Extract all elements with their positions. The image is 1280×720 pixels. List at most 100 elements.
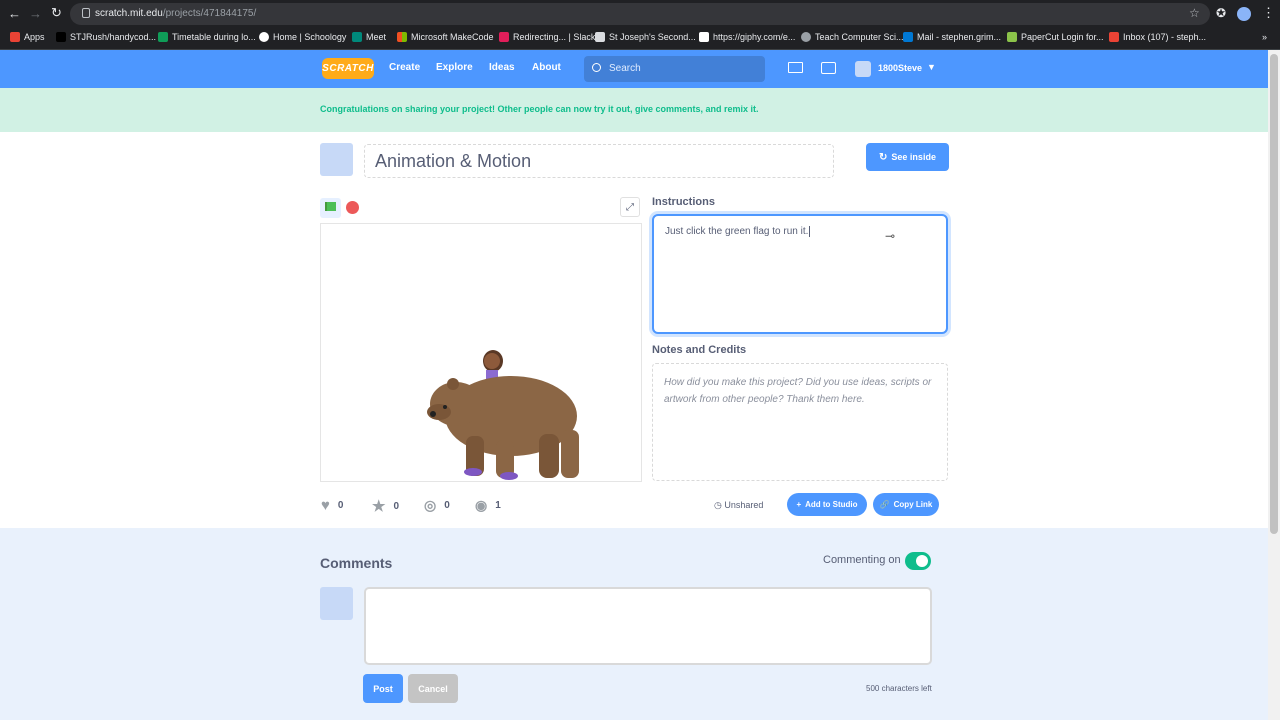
bear-and-girl-sprite: [427, 350, 579, 480]
bookmark-star-icon[interactable]: ☆: [1189, 6, 1200, 20]
bookmark-item[interactable]: Mail - stephen.grim...: [903, 32, 1001, 42]
stop-button[interactable]: [346, 201, 359, 214]
nav-explore[interactable]: Explore: [436, 62, 473, 73]
star-icon: ★: [372, 498, 386, 515]
bookmark-apps[interactable]: Apps: [10, 32, 45, 42]
bookmark-label: Redirecting... | Slack: [513, 32, 596, 42]
scrollbar-thumb[interactable]: [1270, 54, 1278, 534]
remix-icon: ◎: [424, 497, 437, 513]
school-crest-icon: [595, 32, 605, 42]
bookmark-item[interactable]: Teach Computer Sci...: [801, 32, 904, 42]
page-scrollbar[interactable]: [1268, 50, 1280, 720]
project-owner-avatar[interactable]: [320, 143, 353, 176]
papercut-icon: [1007, 32, 1017, 42]
bookmark-item[interactable]: St Joseph's Second...: [595, 32, 696, 42]
banner-text: Congratulations on sharing your project!…: [320, 104, 759, 114]
bookmark-label: https://giphy.com/e...: [713, 32, 796, 42]
more-bookmarks-icon[interactable]: »: [1262, 32, 1267, 42]
messages-icon[interactable]: [788, 62, 803, 73]
username-label[interactable]: 1800Steve: [878, 63, 922, 73]
bookmark-label: Teach Computer Sci...: [815, 32, 904, 42]
nav-ideas[interactable]: Ideas: [489, 62, 515, 73]
bookmark-label: Timetable during lo...: [172, 32, 256, 42]
green-flag-icon: [325, 202, 336, 211]
eye-icon: ◉: [475, 497, 488, 513]
bookmark-item[interactable]: Microsoft MakeCode: [397, 32, 494, 42]
instructions-textarea[interactable]: Just click the green flag to run it.: [652, 214, 948, 334]
notes-label: Notes and Credits: [652, 344, 747, 356]
link-icon: 🔗: [879, 500, 890, 509]
extensions-icon[interactable]: ✪: [1216, 6, 1226, 20]
chevron-down-icon[interactable]: ▼: [927, 62, 936, 72]
see-inside-label: See inside: [891, 152, 936, 162]
green-flag-button[interactable]: [320, 198, 341, 218]
add-to-studio-label: Add to Studio: [805, 500, 858, 509]
notes-textarea[interactable]: How did you make this project? Did you u…: [652, 363, 948, 481]
search-input[interactable]: Search: [609, 63, 641, 74]
commenting-on-label: Commenting on: [823, 554, 901, 566]
schoology-icon: [259, 32, 269, 42]
scratch-logo[interactable]: SCRATCH: [322, 58, 374, 79]
microsoft-icon: [397, 32, 407, 42]
bookmark-label: Meet: [366, 32, 387, 42]
user-avatar[interactable]: [855, 61, 871, 77]
remix-arrows-icon: ↻: [879, 151, 888, 163]
slack-icon: [499, 32, 509, 42]
profile-avatar[interactable]: [1237, 7, 1251, 21]
browser-menu-icon[interactable]: ⋮: [1262, 5, 1275, 21]
bookmark-item[interactable]: Inbox (107) - steph...: [1109, 32, 1206, 42]
bookmark-label: Microsoft MakeCode: [411, 32, 494, 42]
bookmark-item[interactable]: Timetable during lo...: [158, 32, 256, 42]
copy-link-label: Copy Link: [893, 500, 933, 509]
search-bar[interactable]: Search: [584, 56, 765, 82]
my-stuff-folder-icon[interactable]: [821, 62, 836, 74]
bookmark-label: Apps: [24, 32, 45, 42]
remix-count: 0: [444, 500, 450, 511]
url-path: /projects/471844175/: [162, 8, 257, 19]
cancel-button[interactable]: Cancel: [408, 674, 458, 703]
views-stat: ◉ 1: [475, 497, 501, 514]
commenting-toggle[interactable]: [905, 552, 931, 570]
search-icon: [592, 63, 601, 72]
github-icon: [56, 32, 66, 42]
post-button[interactable]: Post: [363, 674, 403, 703]
comments-title: Comments: [320, 555, 393, 571]
favorite-stat[interactable]: ★ 0: [372, 497, 399, 515]
forward-arrow-icon[interactable]: →: [29, 6, 42, 21]
bookmark-label: St Joseph's Second...: [609, 32, 696, 42]
url-text: scratch.mit.edu/projects/471844175/: [95, 8, 256, 19]
copy-link-button[interactable]: 🔗 Copy Link: [873, 493, 939, 516]
share-success-banner: Congratulations on sharing your project!…: [0, 88, 1268, 132]
bookmark-item[interactable]: Redirecting... | Slack: [499, 32, 595, 42]
view-count: 1: [495, 500, 501, 511]
back-arrow-icon[interactable]: ←: [8, 6, 21, 21]
love-stat[interactable]: ♥ 0: [321, 497, 343, 514]
comment-textarea[interactable]: [364, 587, 932, 665]
bookmark-item[interactable]: Home | Schoology: [259, 32, 346, 42]
bookmark-label: Mail - stephen.grim...: [917, 32, 1002, 42]
unshared-status: ◷ Unshared: [714, 500, 764, 510]
favorite-count: 0: [393, 500, 400, 512]
project-title-input[interactable]: Animation & Motion: [364, 144, 834, 178]
add-to-studio-button[interactable]: + Add to Studio: [787, 493, 867, 516]
address-bar[interactable]: scratch.mit.edu/projects/471844175/ ☆: [70, 3, 1210, 25]
reload-icon[interactable]: ↻: [51, 5, 62, 21]
nav-create[interactable]: Create: [389, 62, 420, 73]
bookmarks-bar: Apps STJRush/handycod... Timetable durin…: [0, 28, 1280, 50]
bookmark-item[interactable]: STJRush/handycod...: [56, 32, 156, 42]
browser-toolbar: ← → ↻ scratch.mit.edu/projects/471844175…: [0, 0, 1280, 28]
url-host: scratch.mit.edu: [95, 8, 163, 19]
bookmark-item[interactable]: PaperCut Login for...: [1007, 32, 1104, 42]
bookmark-label: Home | Schoology: [273, 32, 347, 42]
sheets-icon: [158, 32, 168, 42]
bookmark-label: Inbox (107) - steph...: [1123, 32, 1207, 42]
nav-about[interactable]: About: [532, 62, 561, 73]
notes-placeholder: How did you make this project? Did you u…: [664, 377, 932, 405]
bookmark-item[interactable]: https://giphy.com/e...: [699, 32, 795, 42]
see-inside-button[interactable]: ↻ See inside: [866, 143, 949, 171]
bookmark-label: STJRush/handycod...: [70, 32, 157, 42]
heart-icon: ♥: [321, 497, 330, 514]
project-stage[interactable]: [320, 223, 642, 482]
bookmark-item[interactable]: Meet: [352, 32, 386, 42]
fullscreen-icon[interactable]: ⤢: [620, 197, 640, 217]
